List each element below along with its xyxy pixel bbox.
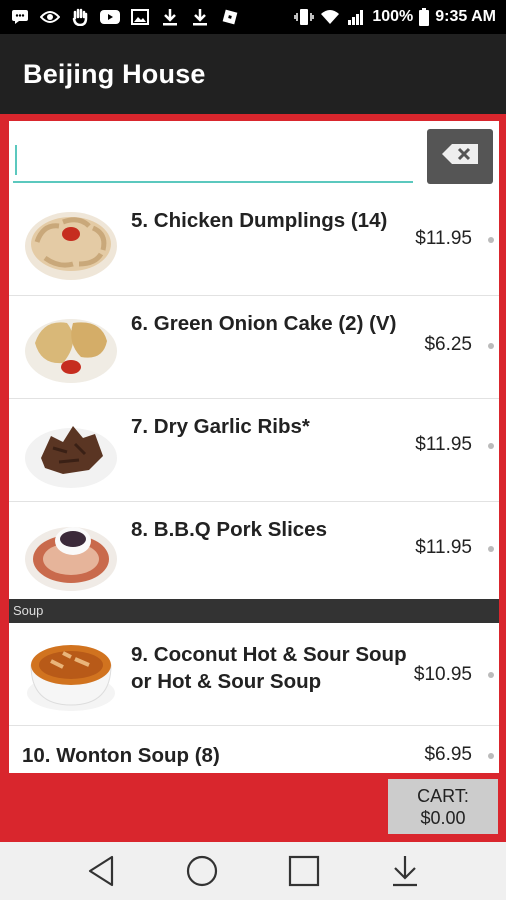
item-name: 7. Dry Garlic Ribs*: [131, 415, 310, 438]
download-icon: [160, 8, 180, 26]
item-price: $11.95: [415, 537, 472, 558]
roblox-icon: [220, 8, 240, 26]
item-price: $6.25: [424, 334, 472, 355]
notification-pull-icon[interactable]: [385, 851, 425, 891]
download-icon: [190, 8, 210, 26]
status-bar: 100% 9:35 AM: [0, 0, 506, 34]
item-price: $10.95: [413, 664, 472, 685]
vibrate-icon: [294, 8, 315, 26]
item-name: 9. Coconut Hot & Sour Soup or Hot & Sour…: [131, 643, 407, 693]
item-indicator: [488, 237, 494, 243]
navigation-bar: [0, 842, 506, 900]
message-icon: [10, 8, 30, 26]
menu-item[interactable]: 8. B.B.Q Pork Slices $11.95: [9, 502, 499, 599]
menu-item[interactable]: 5. Chicken Dumplings (14) $11.95: [9, 193, 499, 296]
item-name: 10. Wonton Soup (8): [22, 744, 220, 767]
cart-button[interactable]: CART: $0.00: [388, 779, 498, 834]
clock: 9:35 AM: [435, 8, 496, 25]
app-title: Beijing House: [23, 58, 206, 89]
text-cursor: [15, 145, 17, 175]
search-row: [9, 121, 499, 193]
cart-label: CART:: [417, 785, 469, 806]
youtube-icon: [100, 8, 120, 26]
item-price: $11.95: [415, 434, 472, 455]
menu-item[interactable]: 7. Dry Garlic Ribs* $11.95: [9, 399, 499, 502]
back-icon[interactable]: [81, 851, 121, 891]
item-name: 8. B.B.Q Pork Slices: [131, 518, 327, 541]
hand-icon: [70, 8, 90, 26]
home-icon[interactable]: [182, 851, 222, 891]
search-input[interactable]: [13, 143, 413, 183]
ribs-image: [23, 408, 119, 492]
dumplings-image: [23, 202, 119, 286]
image-icon: [130, 8, 150, 26]
battery-percent: 100%: [372, 8, 414, 25]
item-indicator: [488, 443, 494, 449]
item-indicator: [488, 672, 494, 678]
signal-icon: [346, 8, 366, 26]
menu-item[interactable]: 10. Wonton Soup (8) $6.95: [9, 726, 499, 773]
eye-icon: [40, 8, 60, 26]
item-indicator: [488, 343, 494, 349]
item-price: $6.95: [424, 744, 472, 765]
cart-total: $0.00: [420, 807, 466, 828]
pork-slices-image: [23, 511, 119, 595]
item-price: $11.95: [415, 228, 472, 249]
section-header-soup: Soup: [9, 599, 499, 623]
menu-frame: 5. Chicken Dumplings (14) $11.95 6. Gree…: [0, 114, 506, 842]
item-indicator: [488, 546, 494, 552]
wifi-icon: [320, 8, 340, 26]
notification-icons: [10, 8, 240, 26]
soup-image: [23, 631, 119, 715]
item-indicator: [488, 753, 494, 759]
system-status: 100% 9:35 AM: [294, 8, 496, 26]
menu-list[interactable]: 5. Chicken Dumplings (14) $11.95 6. Gree…: [9, 121, 499, 773]
clear-search-button[interactable]: [427, 129, 493, 184]
battery-icon: [419, 8, 430, 26]
backspace-icon: [442, 144, 478, 169]
onion-cake-image: [23, 305, 119, 389]
menu-item[interactable]: 6. Green Onion Cake (2) (V) $6.25: [9, 296, 499, 399]
item-name: 6. Green Onion Cake (2) (V): [131, 312, 397, 335]
app-bar: Beijing House: [0, 34, 506, 114]
item-name: 5. Chicken Dumplings (14): [131, 209, 388, 232]
menu-item[interactable]: 9. Coconut Hot & Sour Soup or Hot & Sour…: [9, 623, 499, 726]
recents-icon[interactable]: [284, 851, 324, 891]
